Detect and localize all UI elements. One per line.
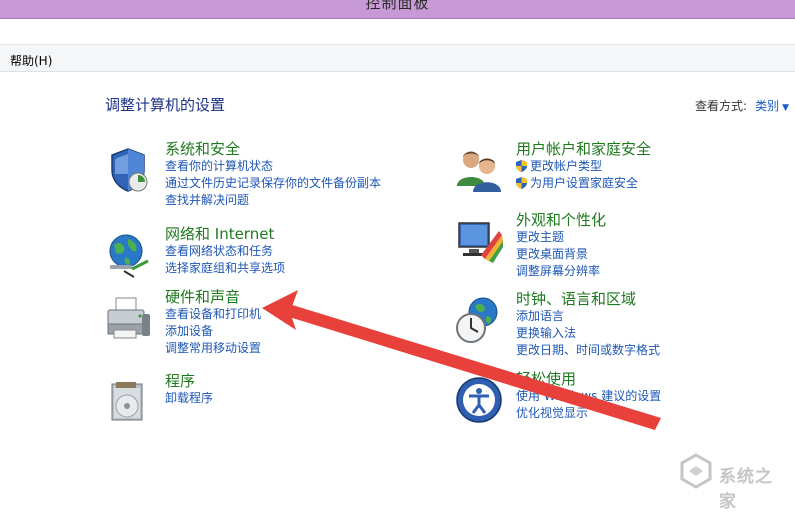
link-devices-printers[interactable]: 查看设备和打印机 xyxy=(165,306,261,323)
link-add-device[interactable]: 添加设备 xyxy=(165,323,261,340)
category-title-programs[interactable]: 程序 xyxy=(165,370,195,391)
security-shield-icon xyxy=(111,148,148,192)
clock-globe-icon xyxy=(456,297,498,343)
category-title-system-security[interactable]: 系统和安全 xyxy=(165,138,240,159)
link-add-language[interactable]: 添加语言 xyxy=(516,308,660,325)
link-uninstall-program[interactable]: 卸载程序 xyxy=(165,390,213,407)
window-title: 控制面板 xyxy=(365,0,430,12)
link-homegroup-sharing[interactable]: 选择家庭组和共享选项 xyxy=(165,260,285,277)
link-change-theme[interactable]: 更改主题 xyxy=(516,229,600,246)
accessibility-icon xyxy=(456,377,502,423)
watermark: 系统之家 xyxy=(677,452,787,512)
window-titlebar: 控制面板 xyxy=(0,0,795,19)
category-title-clock-language-region[interactable]: 时钟、语言和区域 xyxy=(516,288,636,309)
arrow-head xyxy=(262,290,298,330)
category-title-user-accounts[interactable]: 用户帐户和家庭安全 xyxy=(516,138,651,159)
link-network-status[interactable]: 查看网络状态和任务 xyxy=(165,243,285,260)
link-change-input-method[interactable]: 更换输入法 xyxy=(516,325,660,342)
category-title-hardware-sound[interactable]: 硬件和声音 xyxy=(165,286,240,307)
view-by-dropdown[interactable]: 类别 xyxy=(755,99,779,113)
uac-shield-icon xyxy=(516,177,527,189)
printer-icon xyxy=(107,297,150,339)
chevron-down-icon[interactable]: ▼ xyxy=(782,103,789,113)
view-by-label: 查看方式: xyxy=(695,99,748,113)
link-screen-resolution[interactable]: 调整屏幕分辨率 xyxy=(516,263,600,280)
link-family-safety[interactable]: 为用户设置家庭安全 xyxy=(516,175,638,192)
display-palette-icon xyxy=(458,222,503,263)
link-recommended-settings[interactable]: 使用 Windows 建议的设置 xyxy=(516,388,661,405)
link-label: 为用户设置家庭安全 xyxy=(530,176,639,190)
uac-shield-icon xyxy=(516,160,527,172)
view-by-control: 查看方式: 类别 ▼ xyxy=(695,97,789,114)
link-date-time-format[interactable]: 更改日期、时间或数字格式 xyxy=(516,342,660,359)
menu-bar: 帮助(H) xyxy=(0,45,795,72)
menu-help[interactable]: 帮助(H) xyxy=(10,52,52,69)
category-title-appearance[interactable]: 外观和个性化 xyxy=(516,209,606,230)
category-title-network-internet[interactable]: 网络和 Internet xyxy=(165,223,274,244)
link-change-account-type[interactable]: 更改帐户类型 xyxy=(516,158,638,175)
programs-box-icon xyxy=(111,382,143,421)
link-view-computer-status[interactable]: 查看你的计算机状态 xyxy=(165,158,381,175)
address-bar-area xyxy=(0,19,795,45)
watermark-logo-icon xyxy=(680,453,712,489)
link-label: 更改帐户类型 xyxy=(530,159,603,173)
network-globe-icon xyxy=(109,234,149,278)
link-file-history-backup[interactable]: 通过文件历史记录保存你的文件备份副本 xyxy=(165,175,381,192)
link-desktop-background[interactable]: 更改桌面背景 xyxy=(516,246,600,263)
link-troubleshoot[interactable]: 查找并解决问题 xyxy=(165,192,381,209)
link-optimize-display[interactable]: 优化视觉显示 xyxy=(516,405,661,422)
watermark-text: 系统之家 xyxy=(719,467,773,512)
category-title-ease-of-access[interactable]: 轻松使用 xyxy=(516,368,576,389)
users-icon xyxy=(457,151,501,192)
link-mobility-settings[interactable]: 调整常用移动设置 xyxy=(165,340,261,357)
page-title: 调整计算机的设置 xyxy=(105,96,226,114)
